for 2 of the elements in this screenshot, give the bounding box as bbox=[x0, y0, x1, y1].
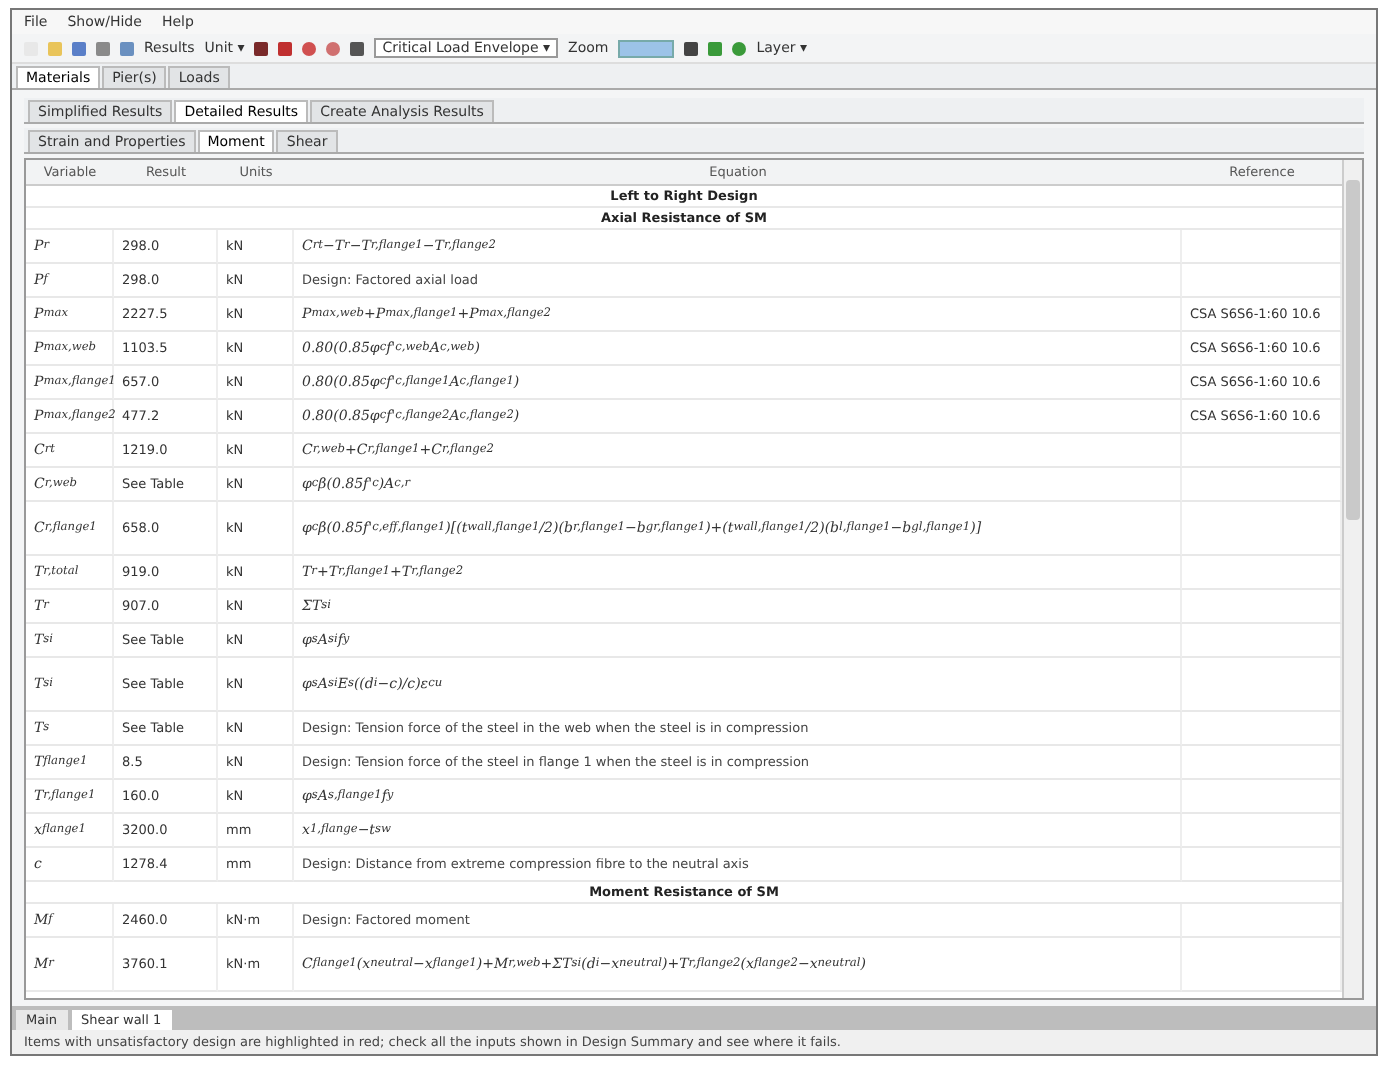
zoom-field[interactable] bbox=[618, 39, 675, 57]
scrollbar[interactable] bbox=[1342, 160, 1362, 998]
